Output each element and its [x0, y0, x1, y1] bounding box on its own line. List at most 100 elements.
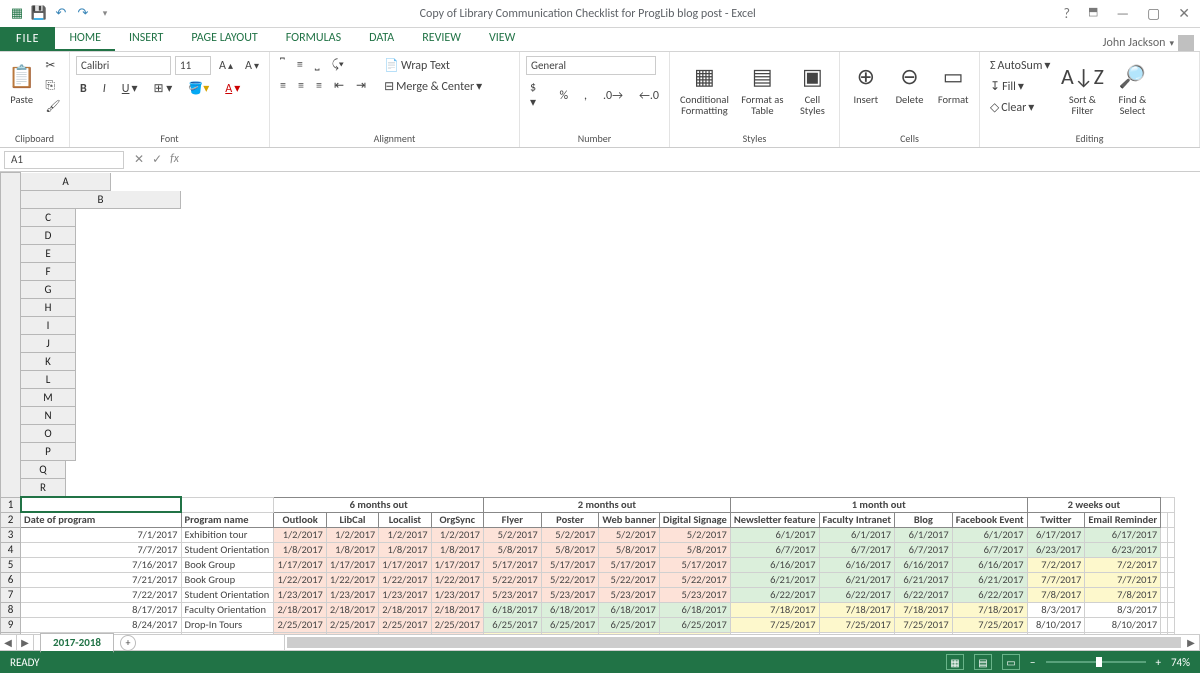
cell[interactable]: 5/17/2017 — [541, 557, 599, 572]
cell[interactable]: 6/16/2017 — [952, 557, 1027, 572]
cell[interactable]: 7/8/2017 — [1027, 587, 1085, 602]
view-normal-icon[interactable]: ▦ — [946, 654, 964, 670]
cell[interactable]: 2/25/2017 — [379, 617, 431, 632]
cell[interactable]: 6/21/2017 — [952, 572, 1027, 587]
cell[interactable]: 8/11/2017 — [895, 632, 953, 634]
cell[interactable]: 2/25/2017 — [274, 617, 326, 632]
align-left-icon[interactable]: ≡ — [276, 76, 290, 95]
cell[interactable]: 5/22/2017 — [541, 572, 599, 587]
accounting-format-icon[interactable]: $ ▾ — [526, 79, 547, 112]
decrease-decimal-icon[interactable]: ←.0 — [635, 79, 663, 112]
redo-icon[interactable]: ↷ — [76, 7, 90, 21]
cell[interactable]: 2/18/2017 — [379, 602, 431, 617]
border-button[interactable]: ⊞ ▾ — [150, 79, 177, 98]
cell[interactable]: Student Orientation — [181, 587, 274, 602]
cell[interactable]: Book Group — [181, 572, 274, 587]
cell[interactable]: 7/22/2017 — [21, 587, 182, 602]
cell[interactable]: 1/22/2017 — [431, 572, 483, 587]
cell[interactable]: 6/25/2017 — [659, 617, 730, 632]
cell[interactable]: 2/18/2017 — [274, 602, 326, 617]
increase-indent-icon[interactable]: ⇥ — [352, 76, 370, 95]
cell[interactable]: 1/8/2017 — [326, 542, 378, 557]
cell[interactable]: 3/14/2017 — [431, 632, 483, 634]
align-right-icon[interactable]: ≡ — [312, 76, 326, 95]
cell[interactable]: 2/25/2017 — [431, 617, 483, 632]
cell[interactable]: 2/18/2017 — [326, 602, 378, 617]
ribbon-options-icon[interactable]: ⬒ — [1088, 5, 1098, 22]
cell[interactable]: 1/17/2017 — [326, 557, 378, 572]
formula-input[interactable] — [185, 151, 1200, 169]
format-painter-icon[interactable]: 🖌 — [41, 97, 64, 116]
cell[interactable]: 6/17/2017 — [1027, 527, 1085, 542]
cell[interactable]: 7/25/2017 — [730, 617, 819, 632]
fx-icon[interactable]: fx — [170, 152, 179, 167]
cell[interactable]: 6/22/2017 — [730, 587, 819, 602]
cell[interactable]: Exhibition tour — [181, 527, 274, 542]
cell[interactable]: 8/10/2017 — [1085, 617, 1161, 632]
cell[interactable]: 7/2/2017 — [1027, 557, 1085, 572]
conditional-formatting-button[interactable]: ▦Conditional Formatting — [676, 56, 733, 118]
align-center-icon[interactable]: ≡ — [294, 76, 308, 95]
cell[interactable]: 6/17/2017 — [1085, 527, 1161, 542]
cell[interactable]: 3/14/2017 — [379, 632, 431, 634]
cell[interactable]: 6/25/2017 — [483, 617, 541, 632]
cell[interactable]: 6/22/2017 — [895, 587, 953, 602]
percent-format-icon[interactable]: % — [555, 79, 572, 112]
cell[interactable]: 7/7/2017 — [21, 542, 182, 557]
cell[interactable]: 2/18/2017 — [431, 602, 483, 617]
cell[interactable]: 5/17/2017 — [659, 557, 730, 572]
cell[interactable]: 7/18/2017 — [895, 602, 953, 617]
format-table-button[interactable]: ▤Format as Table — [737, 56, 788, 118]
tab-home[interactable]: HOME — [55, 27, 115, 51]
cell[interactable]: 6/1/2017 — [730, 527, 819, 542]
cell[interactable]: 7/21/2017 — [21, 572, 182, 587]
cell[interactable]: 7/16/2017 — [21, 557, 182, 572]
cell[interactable]: 9/10/2017 — [21, 632, 182, 634]
cell[interactable]: 7/2/2017 — [1085, 557, 1161, 572]
cell[interactable]: 1/8/2017 — [379, 542, 431, 557]
cell[interactable]: Drop-In Tours — [181, 617, 274, 632]
help-icon[interactable]: ? — [1063, 5, 1070, 22]
cell[interactable]: 6/7/2017 — [895, 542, 953, 557]
align-middle-icon[interactable]: ≡ — [293, 56, 307, 74]
cell[interactable]: 5/17/2017 — [483, 557, 541, 572]
cell[interactable]: 5/17/2017 — [599, 557, 660, 572]
cell[interactable]: 6/21/2017 — [730, 572, 819, 587]
qat-dropdown-icon[interactable]: ▾ — [98, 7, 112, 21]
cell[interactable]: 6/18/2017 — [541, 602, 599, 617]
cell[interactable]: 6/21/2017 — [819, 572, 894, 587]
cell[interactable]: 6/7/2017 — [952, 542, 1027, 557]
cell[interactable]: 7/12/2017 — [541, 632, 599, 634]
cell[interactable]: 6/16/2017 — [819, 557, 894, 572]
paste-button[interactable]: 📋 Paste — [6, 56, 37, 107]
cell[interactable]: 1/8/2017 — [431, 542, 483, 557]
cell[interactable]: 6/21/2017 — [895, 572, 953, 587]
horizontal-scroll[interactable]: ◀ ▶ 2017-2018 + ▶ — [0, 634, 1200, 651]
close-icon[interactable]: ✕ — [1178, 5, 1190, 22]
add-sheet-button[interactable]: + — [120, 635, 136, 651]
cell[interactable]: 5/2/2017 — [541, 527, 599, 542]
sheet-nav-prev-icon[interactable]: ◀ — [0, 635, 17, 650]
save-icon[interactable]: 💾 — [32, 7, 46, 21]
tab-file[interactable]: FILE — [0, 27, 55, 51]
cell-A1[interactable] — [21, 497, 182, 512]
format-cells-button[interactable]: ▭Format — [933, 56, 973, 107]
cell[interactable]: 5/2/2017 — [599, 527, 660, 542]
cell[interactable]: 8/3/2017 — [1085, 602, 1161, 617]
cell[interactable]: 5/8/2017 — [483, 542, 541, 557]
wrap-text-button[interactable]: 📄 Wrap Text — [380, 56, 486, 75]
tab-pagelayout[interactable]: PAGE LAYOUT — [177, 27, 271, 51]
cell[interactable]: 3/14/2017 — [326, 632, 378, 634]
cell[interactable]: 7/1/2017 — [21, 527, 182, 542]
scroll-right-icon[interactable]: ▶ — [1183, 635, 1200, 650]
cell[interactable]: 1/23/2017 — [431, 587, 483, 602]
tab-insert[interactable]: INSERT — [115, 27, 177, 51]
maximize-icon[interactable]: ▢ — [1147, 5, 1160, 22]
zoom-in-button[interactable]: + — [1156, 656, 1161, 669]
cell[interactable]: 8/3/2017 — [1027, 602, 1085, 617]
cell[interactable]: 5/22/2017 — [659, 572, 730, 587]
cell[interactable]: 1/2/2017 — [274, 527, 326, 542]
cell[interactable]: 1/17/2017 — [274, 557, 326, 572]
cell[interactable]: 6/16/2017 — [895, 557, 953, 572]
cell[interactable]: 8/24/2017 — [21, 617, 182, 632]
